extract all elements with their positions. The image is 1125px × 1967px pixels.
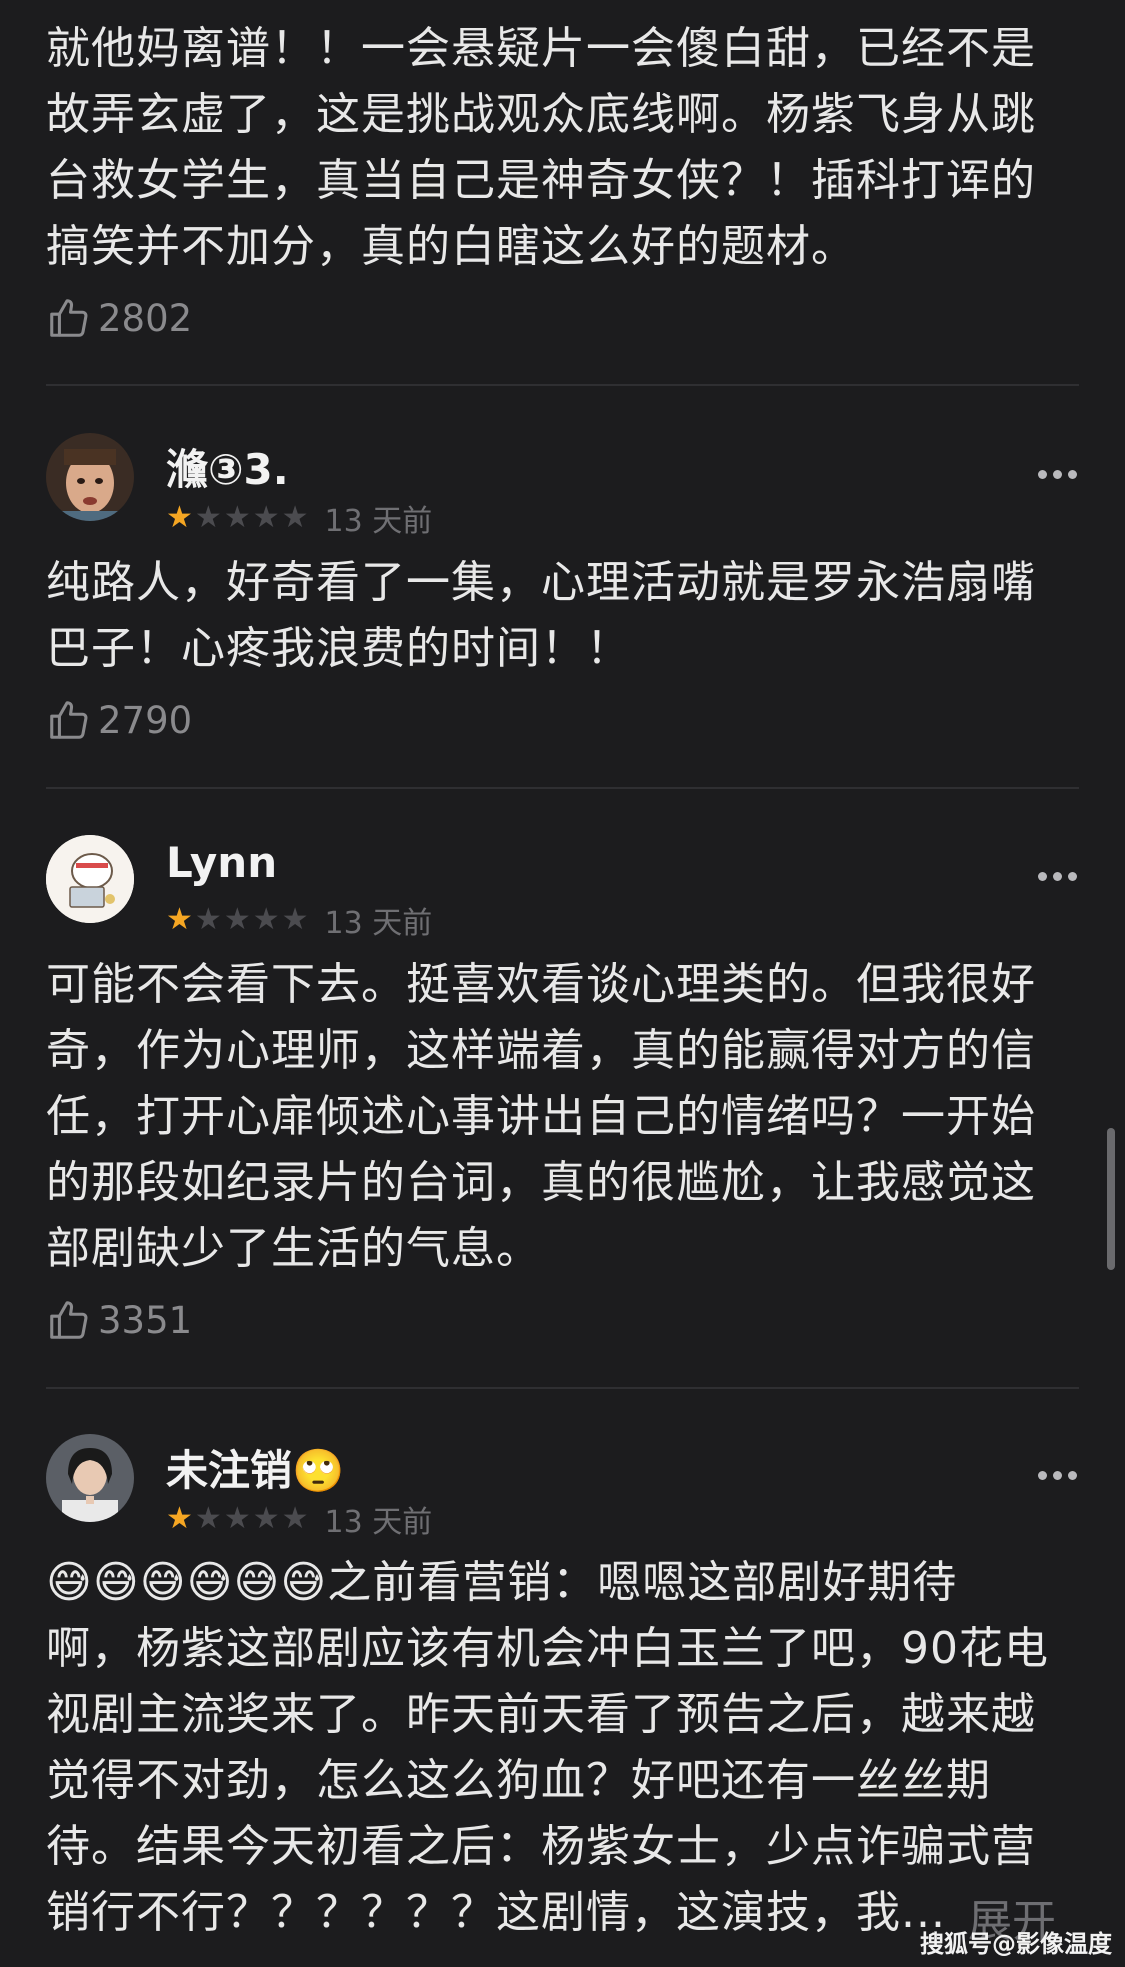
star-icon: ★: [223, 500, 251, 535]
username[interactable]: 㶖③3.: [166, 436, 289, 497]
thumbs-up-icon: [50, 1301, 88, 1339]
star-rating: ★ ★ ★ ★ ★ 13 天前: [166, 496, 432, 540]
timestamp: 13 天前: [324, 504, 433, 539]
timestamp: 13 天前: [324, 1505, 433, 1540]
more-dots-icon[interactable]: [1038, 1471, 1077, 1480]
scrollbar[interactable]: [1107, 1128, 1115, 1270]
star-icon: ★: [252, 1501, 280, 1536]
thumbs-up-icon: [50, 299, 88, 337]
star-icon: ★: [281, 500, 309, 535]
star-icon: ★: [194, 1501, 222, 1536]
comment-text: 可能不会看下去。挺喜欢看谈心理类的。但我很好 奇，作为心理师，这样端着，真的能赢…: [46, 959, 1036, 1274]
timestamp: 13 天前: [324, 906, 433, 941]
star-icon: ★: [252, 500, 280, 535]
avatar[interactable]: [46, 433, 134, 521]
like-button[interactable]: 2790: [46, 692, 192, 748]
star-rating: ★ ★ ★ ★ ★ 13 天前: [166, 898, 432, 942]
like-count: 2802: [98, 296, 193, 340]
star-icon: ★: [194, 500, 222, 535]
star-icon: ★: [166, 902, 193, 937]
like-button[interactable]: 3351: [46, 1292, 192, 1348]
like-count: 3351: [98, 1298, 193, 1342]
star-icon: ★: [223, 902, 251, 937]
comment-text: 纯路人，好奇看了一集，心理活动就是罗永浩扇嘴 巴子！心疼我浪费的时间！！: [46, 557, 1036, 674]
comment-feed: 就他妈离谱！！一会悬疑片一会傻白甜，已经不是 故弄玄虚了，这是挑战观众底线啊。杨…: [0, 0, 1125, 1967]
star-icon: ★: [223, 1501, 251, 1536]
star-icon: ★: [281, 902, 309, 937]
star-rating: ★ ★ ★ ★ ★ 13 天前: [166, 1497, 432, 1541]
divider: [46, 1387, 1079, 1389]
divider: [46, 787, 1079, 789]
star-icon: ★: [194, 902, 222, 937]
thumbs-up-icon: [50, 701, 88, 739]
divider: [46, 384, 1079, 386]
star-icon: ★: [281, 1501, 309, 1536]
star-icon: ★: [166, 1501, 193, 1536]
avatar[interactable]: [46, 1434, 134, 1522]
star-icon: ★: [252, 902, 280, 937]
username[interactable]: 未注销🙄: [166, 1437, 344, 1498]
comment-text: 😅😅😅😅😅😅之前看营销：嗯嗯这部剧好期待 啊，杨紫这部剧应该有机会冲白玉兰了吧，…: [46, 1557, 1049, 1938]
more-dots-icon[interactable]: [1038, 470, 1077, 479]
like-button[interactable]: 2802: [46, 290, 192, 346]
avatar[interactable]: [46, 835, 134, 923]
more-dots-icon[interactable]: [1038, 872, 1077, 881]
star-icon: ★: [166, 500, 193, 535]
username[interactable]: Lynn: [166, 838, 277, 887]
watermark: 搜狐号@影像温度: [920, 1930, 1112, 1958]
comment-text: 就他妈离谱！！一会悬疑片一会傻白甜，已经不是 故弄玄虚了，这是挑战观众底线啊。杨…: [46, 23, 1036, 272]
like-count: 2790: [98, 698, 193, 742]
